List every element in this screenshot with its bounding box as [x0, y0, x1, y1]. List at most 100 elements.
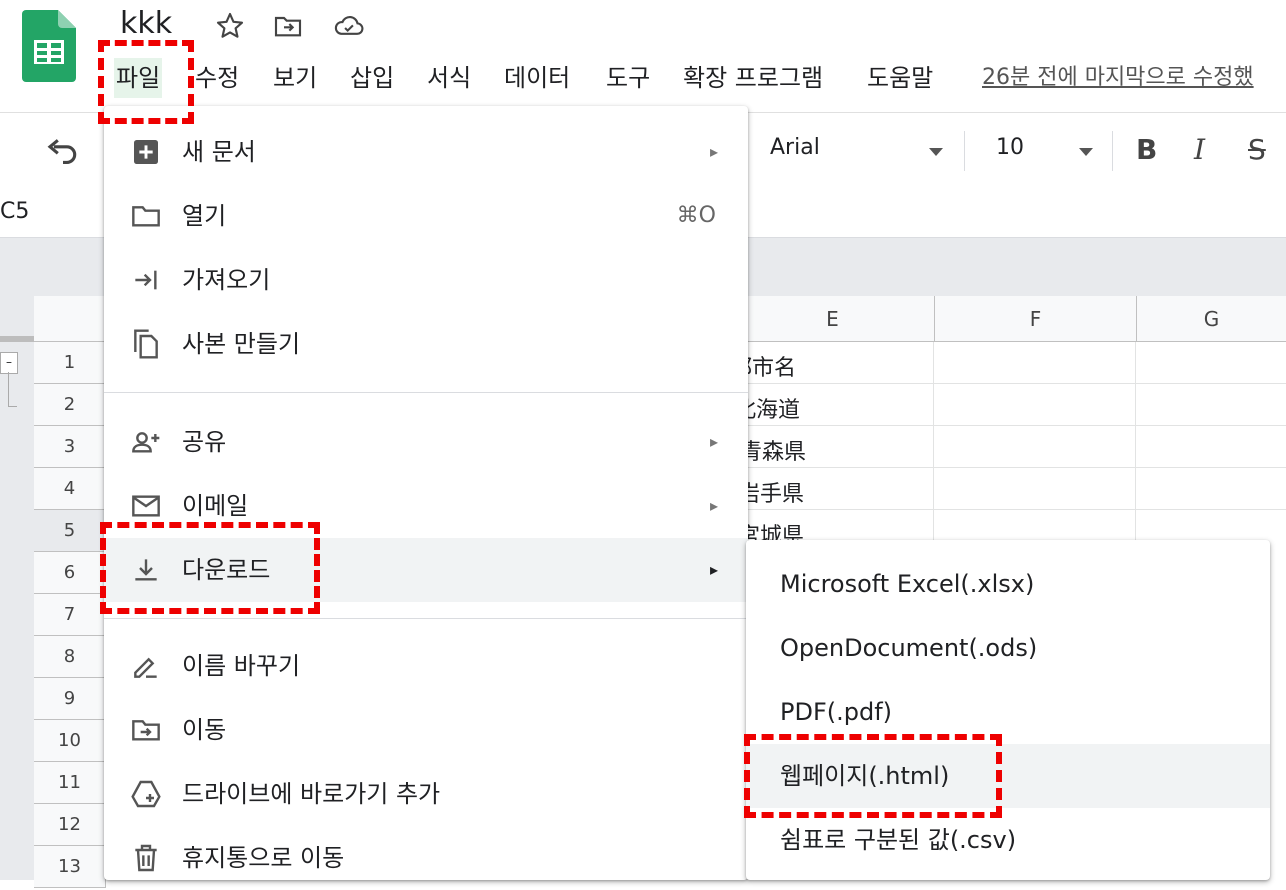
grid-line [744, 509, 1286, 510]
menu-item-import[interactable]: 가져오기 [104, 248, 748, 312]
bold-button[interactable]: B [1136, 133, 1157, 166]
menu-format[interactable]: 서식 [425, 58, 473, 98]
column-header-f[interactable]: F [934, 296, 1136, 342]
menu-item-share[interactable]: 공유 ▸ [104, 410, 748, 474]
menu-item-trash[interactable]: 휴지통으로 이동 [104, 826, 748, 890]
grid-line [744, 467, 1286, 468]
column-header-g[interactable]: G [1136, 296, 1286, 342]
menu-item-label: 공유 [182, 428, 227, 456]
menu-item-label: 이동 [182, 716, 227, 744]
group-bracket [8, 372, 17, 407]
cloud-saved-icon[interactable] [332, 10, 364, 42]
italic-button[interactable]: I [1194, 133, 1205, 166]
menu-item-open[interactable]: 열기 ⌘O [104, 184, 748, 248]
import-icon [130, 264, 162, 296]
menu-item-label: 열기 [182, 202, 227, 230]
frozen-divider[interactable] [0, 336, 34, 342]
download-xlsx[interactable]: Microsoft Excel(.xlsx) [746, 552, 1270, 616]
folder-icon [130, 200, 162, 232]
move-folder-icon[interactable] [272, 10, 304, 42]
submenu-arrow-icon: ▸ [709, 560, 718, 579]
menu-edit[interactable]: 수정 [193, 58, 241, 98]
row-header-5[interactable]: 5 [34, 510, 106, 552]
menu-item-download[interactable]: 다운로드 ▸ [104, 538, 748, 602]
download-submenu: Microsoft Excel(.xlsx) OpenDocument(.ods… [746, 540, 1270, 880]
menu-help[interactable]: 도움말 [865, 58, 935, 98]
menu-data[interactable]: 데이터 [502, 58, 572, 98]
download-icon [130, 554, 162, 586]
menu-item-label: 드라이브에 바로가기 추가 [182, 780, 441, 808]
row-header-13[interactable]: 13 [34, 846, 106, 888]
menu-file[interactable]: 파일 [114, 58, 163, 98]
menu-item-new[interactable]: 새 문서 ▸ [104, 120, 748, 184]
menu-item-email[interactable]: 이메일 ▸ [104, 474, 748, 538]
menu-item-label: 새 문서 [182, 138, 256, 166]
row-header-10[interactable]: 10 [34, 720, 106, 762]
cell-reference-box[interactable]: C5 [0, 199, 29, 224]
file-menu: 새 문서 ▸ 열기 ⌘O 가져오기 사본 만들기 공유 ▸ 이메일 ▸ 다운로드… [104, 106, 748, 880]
menu-item-add-shortcut[interactable]: 드라이브에 바로가기 추가 [104, 762, 748, 826]
submenu-item-label: PDF(.pdf) [780, 698, 893, 726]
row-header-2[interactable]: 2 [34, 384, 106, 426]
download-ods[interactable]: OpenDocument(.ods) [746, 616, 1270, 680]
font-size-dropdown-icon[interactable] [1078, 147, 1094, 157]
download-html[interactable]: 웹페이지(.html) [746, 744, 1270, 808]
menu-separator [104, 618, 748, 619]
document-title[interactable]: kkk [120, 4, 172, 44]
font-family-select[interactable]: Arial [770, 135, 820, 160]
menu-insert[interactable]: 삽입 [348, 58, 396, 98]
select-all-corner[interactable] [34, 296, 106, 342]
grid-line [744, 425, 1286, 426]
plus-square-icon [130, 136, 162, 168]
submenu-item-label: OpenDocument(.ods) [780, 634, 1038, 662]
row-header-6[interactable]: 6 [34, 552, 106, 594]
submenu-arrow-icon: ▸ [709, 432, 718, 451]
font-size-select[interactable]: 10 [996, 135, 1024, 160]
row-header-11[interactable]: 11 [34, 762, 106, 804]
submenu-arrow-icon: ▸ [709, 142, 718, 161]
cell-e3[interactable]: 青森県 [744, 432, 824, 474]
row-header-4[interactable]: 4 [34, 468, 106, 510]
menu-item-label: 가져오기 [182, 266, 271, 294]
menu-item-label: 이름 바꾸기 [182, 652, 301, 680]
strikethrough-button[interactable]: S [1248, 133, 1266, 166]
trash-icon [130, 842, 162, 874]
cell-e2[interactable]: 北海道 [744, 390, 814, 432]
group-collapse-icon[interactable]: – [0, 352, 18, 374]
row-header-9[interactable]: 9 [34, 678, 106, 720]
submenu-item-label: Microsoft Excel(.xlsx) [780, 570, 1035, 598]
menu-view[interactable]: 보기 [271, 58, 319, 98]
row-header-1[interactable]: 1 [34, 342, 106, 384]
submenu-item-label: 웹페이지(.html) [780, 762, 950, 790]
move-folder-icon [130, 714, 162, 746]
last-edit-link[interactable]: 26분 전에 마지막으로 수정했 [982, 58, 1254, 98]
menu-extensions[interactable]: 확장 프로그램 [681, 58, 825, 98]
copy-icon [130, 328, 162, 360]
row-header-12[interactable]: 12 [34, 804, 106, 846]
row-header-8[interactable]: 8 [34, 636, 106, 678]
menu-separator [104, 392, 748, 393]
person-add-icon [130, 426, 162, 458]
star-icon[interactable] [214, 10, 246, 42]
menu-item-rename[interactable]: 이름 바꾸기 [104, 634, 748, 698]
cell-e1[interactable]: 都市名 [744, 348, 804, 390]
drive-shortcut-icon [130, 778, 162, 810]
column-header-e[interactable]: E [730, 296, 934, 342]
menu-item-move[interactable]: 이동 [104, 698, 748, 762]
font-dropdown-icon[interactable] [928, 147, 944, 157]
download-csv[interactable]: 쉼표로 구분된 값(.csv) [746, 808, 1270, 872]
menu-item-label: 다운로드 [182, 556, 271, 584]
menu-tools[interactable]: 도구 [604, 58, 652, 98]
grid-line [744, 383, 1286, 384]
menu-item-copy[interactable]: 사본 만들기 [104, 312, 748, 376]
cell-e4[interactable]: 岩手県 [744, 474, 824, 516]
cell-e5[interactable]: 宮城県 [744, 516, 824, 540]
toolbar-divider [964, 131, 965, 171]
mail-icon [130, 490, 162, 522]
row-header-7[interactable]: 7 [34, 594, 106, 636]
menu-item-label: 휴지통으로 이동 [182, 844, 345, 872]
download-pdf[interactable]: PDF(.pdf) [746, 680, 1270, 744]
undo-icon[interactable] [46, 139, 80, 165]
shortcut-text: ⌘O [676, 203, 716, 228]
row-header-3[interactable]: 3 [34, 426, 106, 468]
